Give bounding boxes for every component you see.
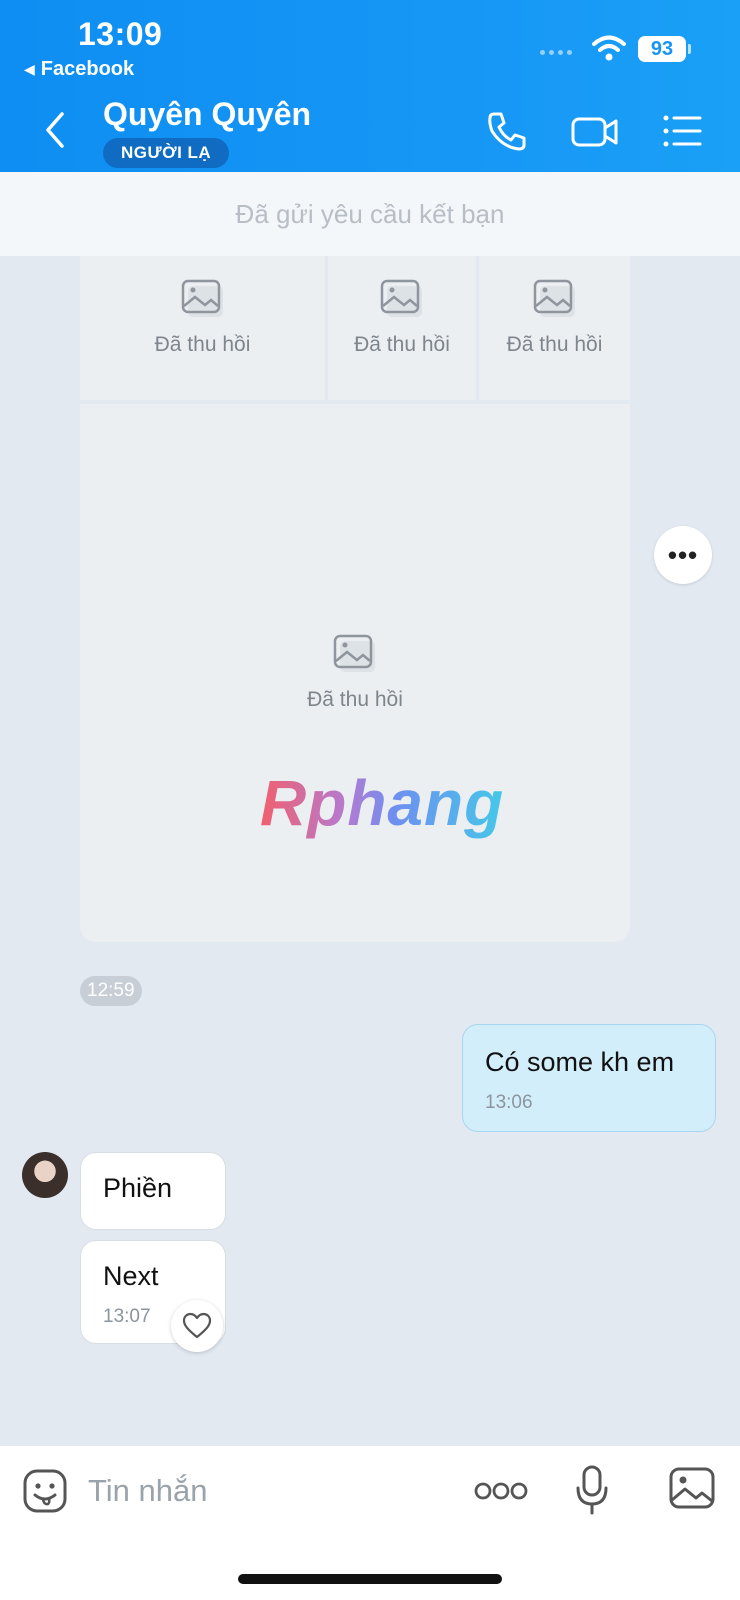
video-call-icon[interactable] <box>570 108 620 154</box>
image-icon <box>333 634 375 672</box>
recalled-label: Đã thu hồi <box>354 333 450 356</box>
back-app-label: Facebook <box>40 58 135 80</box>
sticker-emoji-icon[interactable] <box>22 1468 68 1514</box>
chat-header: 13:09 ◀ Facebook 93 Quyên Quyên NGƯỜI LẠ <box>0 0 740 172</box>
contact-name[interactable]: Quyên Quyên <box>103 96 311 133</box>
microphone-icon[interactable] <box>575 1464 609 1516</box>
message-options-button[interactable]: ••• <box>654 526 712 584</box>
recalled-label: Đã thu hồi <box>506 333 603 356</box>
recalled-media-item[interactable]: Đã thu hồi <box>80 256 325 400</box>
media-timestamp: 12:59 <box>80 976 142 1006</box>
recalled-media-item[interactable]: Đã thu hồi <box>328 256 476 400</box>
stranger-badge: NGƯỜI LẠ <box>103 138 230 168</box>
status-time: 13:09 <box>78 16 163 52</box>
message-text: Có some kh em <box>485 1047 675 1077</box>
phone-icon[interactable] <box>484 108 530 154</box>
back-triangle-icon: ◀ <box>24 61 35 77</box>
image-icon <box>380 279 422 317</box>
incoming-message-bubble[interactable]: Phiền <box>80 1152 226 1230</box>
recalled-label: Đã thu hồi <box>307 688 403 711</box>
heart-icon <box>182 1312 212 1339</box>
recalled-media-item[interactable]: Đã thu hồi <box>80 404 630 942</box>
wifi-icon <box>592 35 626 61</box>
message-time: 13:06 <box>485 1092 533 1113</box>
recalled-media-item[interactable]: Đã thu hồi <box>479 256 630 400</box>
friend-request-status: Đã gửi yêu cầu kết bạn <box>0 172 740 256</box>
image-icon <box>533 279 575 317</box>
chat-message-list[interactable]: Đã thu hồi Đã thu hồi Đã thu hồi Đã thu … <box>0 256 740 1446</box>
contact-avatar[interactable] <box>22 1152 68 1198</box>
battery-indicator: 93 <box>638 36 691 62</box>
image-icon <box>181 279 223 317</box>
message-text: Next <box>103 1261 159 1291</box>
outgoing-message-bubble[interactable]: Có some kh em 13:06 <box>462 1024 716 1132</box>
watermark-logo: Rphang <box>260 767 505 839</box>
more-options-icon[interactable] <box>474 1480 528 1502</box>
cellular-signal-icon <box>540 50 572 55</box>
recalled-label: Đã thu hồi <box>154 333 251 356</box>
image-gallery-icon[interactable] <box>668 1466 716 1510</box>
home-indicator[interactable] <box>238 1574 502 1584</box>
react-heart-button[interactable] <box>171 1300 223 1352</box>
back-arrow-icon[interactable] <box>40 108 70 152</box>
back-to-app-link[interactable]: ◀ Facebook <box>24 58 134 81</box>
menu-list-icon[interactable] <box>660 108 706 154</box>
message-input[interactable] <box>88 1468 448 1514</box>
message-text: Phiền <box>103 1173 173 1203</box>
